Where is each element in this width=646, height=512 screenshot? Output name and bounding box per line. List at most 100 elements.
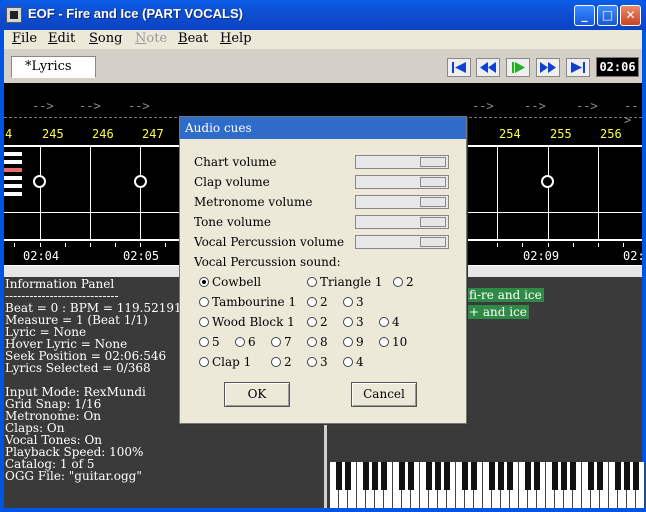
radio-label: 3: [356, 315, 364, 329]
piano-black-key[interactable]: [408, 462, 414, 490]
radio-dot: [307, 317, 317, 327]
radio-sound-8[interactable]: 8: [307, 335, 328, 349]
menu-help[interactable]: Help: [220, 31, 252, 46]
metronome-volume-slider[interactable]: [355, 195, 449, 209]
piano-black-key[interactable]: [624, 462, 630, 490]
rewind-icon: [480, 62, 496, 73]
dialog-title[interactable]: Audio cues: [180, 117, 466, 139]
radio-sound-9[interactable]: 9: [343, 335, 364, 349]
piano-black-key[interactable]: [336, 462, 342, 490]
piano-black-key[interactable]: [444, 462, 450, 490]
clap-volume-slider[interactable]: [355, 175, 449, 189]
radio-label: 2: [320, 295, 328, 309]
piano-keyboard[interactable]: [330, 462, 645, 508]
radio-tambourine-1[interactable]: Tambourine 1: [199, 295, 296, 309]
lyric-note[interactable]: [33, 175, 46, 188]
piano-black-key[interactable]: [462, 462, 468, 490]
piano-black-key[interactable]: [588, 462, 594, 490]
radio-dot: [271, 337, 281, 347]
piano-black-key[interactable]: [561, 462, 567, 490]
lyric-note[interactable]: [134, 175, 147, 188]
radio-label: Tambourine 1: [212, 295, 297, 309]
radio-sound-6[interactable]: 6: [235, 335, 256, 349]
cancel-button[interactable]: Cancel: [351, 382, 417, 407]
maximize-button[interactable]: □: [597, 5, 618, 26]
radio-triangle-2[interactable]: 2: [393, 275, 414, 289]
piano-black-key[interactable]: [534, 462, 540, 490]
radio-dot: [307, 277, 317, 287]
radio-tambourine-2[interactable]: 2: [307, 295, 328, 309]
piano-black-key[interactable]: [372, 462, 378, 490]
radio-wood-block-2[interactable]: 2: [307, 315, 328, 329]
slider-knob[interactable]: [420, 157, 446, 167]
ok-button[interactable]: OK: [224, 382, 290, 407]
piano-black-key[interactable]: [507, 462, 513, 490]
time-label: 02:09: [523, 249, 560, 263]
piano-black-key[interactable]: [570, 462, 576, 490]
radio-sound-5[interactable]: 5: [199, 335, 220, 349]
time-label: 02:04: [23, 249, 60, 263]
piano-black-key[interactable]: [597, 462, 603, 490]
piano-black-key[interactable]: [426, 462, 432, 490]
piano-black-key[interactable]: [363, 462, 369, 490]
radio-clap-1[interactable]: Clap 1: [199, 355, 251, 369]
lyric-preview-chip: fi-re and ice: [467, 288, 544, 302]
slider-knob[interactable]: [420, 237, 446, 247]
title-bar[interactable]: EOF - Fire and Ice (PART VOCALS) _ □ ✕: [0, 0, 646, 30]
menu-beat[interactable]: Beat: [178, 31, 208, 46]
radio-clap-2[interactable]: 2: [271, 355, 292, 369]
lyric-note[interactable]: [541, 175, 554, 188]
radio-wood-block-1[interactable]: Wood Block 1: [199, 315, 295, 329]
piano-black-key[interactable]: [498, 462, 504, 490]
radio-cowbell[interactable]: Cowbell: [199, 275, 261, 289]
piano-black-key[interactable]: [633, 462, 639, 490]
piano-black-key[interactable]: [435, 462, 441, 490]
piano-black-key[interactable]: [471, 462, 477, 490]
radio-dot: [199, 277, 209, 287]
time-tick: [598, 243, 599, 247]
fast-forward-button[interactable]: [536, 58, 560, 77]
radio-sound-10[interactable]: 10: [379, 335, 407, 349]
radio-clap-4[interactable]: 4: [343, 355, 364, 369]
menu-note[interactable]: Note: [135, 31, 167, 46]
radio-sound-7[interactable]: 7: [271, 335, 292, 349]
menu-edit[interactable]: Edit: [48, 31, 75, 46]
radio-label: 7: [284, 335, 292, 349]
close-button[interactable]: ✕: [620, 5, 641, 26]
radio-wood-block-4[interactable]: 4: [379, 315, 400, 329]
radio-dot: [199, 297, 209, 307]
beat-arrow: -->: [472, 99, 494, 113]
seek-end-button[interactable]: [566, 58, 590, 77]
piano-black-key[interactable]: [552, 462, 558, 490]
piano-black-key[interactable]: [381, 462, 387, 490]
piano-black-key[interactable]: [525, 462, 531, 490]
time-tick: [65, 243, 66, 247]
radio-triangle-1[interactable]: Triangle 1: [307, 275, 383, 289]
info-line: OGG File: "guitar.ogg": [5, 469, 142, 483]
rewind-button[interactable]: [476, 58, 500, 77]
piano-black-key[interactable]: [489, 462, 495, 490]
radio-wood-block-3[interactable]: 3: [343, 315, 364, 329]
piano-black-key[interactable]: [345, 462, 351, 490]
play-button[interactable]: [506, 58, 530, 77]
menu-song[interactable]: Song: [89, 31, 122, 46]
radio-label: Wood Block 1: [212, 315, 295, 329]
tab-lyrics[interactable]: *Lyrics: [11, 56, 96, 78]
menu-file[interactable]: File: [12, 31, 37, 46]
slider-knob[interactable]: [420, 217, 446, 227]
rewind-to-start-button[interactable]: [447, 58, 471, 77]
toolbar: *Lyrics 02:06: [4, 49, 642, 83]
minimize-button[interactable]: _: [574, 5, 595, 26]
piano-black-key[interactable]: [615, 462, 621, 490]
measure-label: 255: [550, 127, 572, 141]
slider-knob[interactable]: [420, 177, 446, 187]
slider-knob[interactable]: [420, 197, 446, 207]
piano-black-key[interactable]: [399, 462, 405, 490]
beat-arrow: -->: [79, 99, 101, 113]
tone-volume-slider[interactable]: [355, 215, 449, 229]
radio-tambourine-3[interactable]: 3: [343, 295, 364, 309]
radio-clap-3[interactable]: 3: [307, 355, 328, 369]
fast-forward-icon: [540, 62, 556, 73]
chart-volume-slider[interactable]: [355, 155, 449, 169]
vocal-percussion-volume-slider[interactable]: [355, 235, 449, 249]
